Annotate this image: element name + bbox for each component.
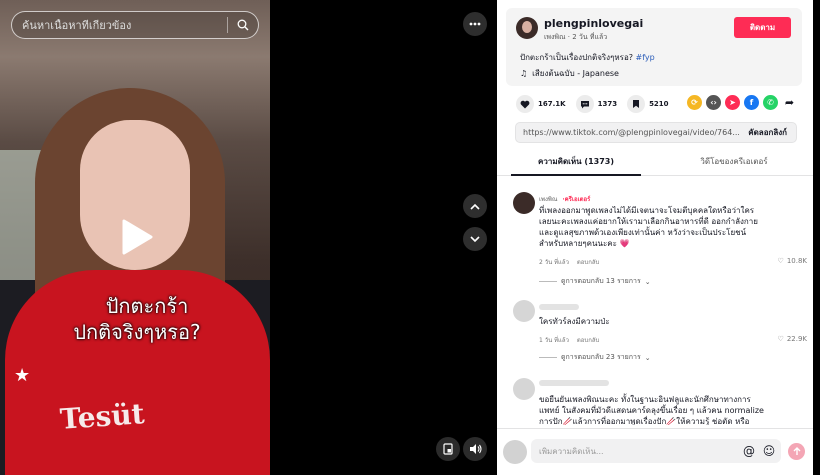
embed-icon[interactable]: ‹› xyxy=(706,95,721,110)
chevron-up-icon xyxy=(470,203,480,210)
play-icon[interactable] xyxy=(120,218,154,260)
chevron-down-icon: ⌄ xyxy=(644,353,651,362)
save-action[interactable]: 5210 xyxy=(627,95,669,113)
creator-badge: ·ครีเอเตอร์ xyxy=(562,196,591,203)
comment-like-count: 10.8K xyxy=(786,257,807,265)
replies-dash xyxy=(539,357,557,358)
comment-avatar[interactable] xyxy=(513,300,535,322)
comment-author-name: เพงพิณ xyxy=(539,196,558,203)
comment-author-blurred xyxy=(539,380,609,386)
send-icon[interactable]: ➤ xyxy=(725,95,740,110)
author-card: plengpinlovegai เพงพิณ · 2 วัน ที่แล้ว ต… xyxy=(506,8,802,86)
comment-input[interactable] xyxy=(531,446,741,456)
details-panel: plengpinlovegai เพงพิณ · 2 วัน ที่แล้ว ต… xyxy=(497,0,813,475)
view-replies-label: ดูการตอบกลับ 23 รายการ xyxy=(561,353,641,361)
comment-bubble-icon[interactable] xyxy=(575,95,594,113)
send-comment-button[interactable] xyxy=(788,443,805,460)
volume-icon xyxy=(469,444,482,454)
repost-icon[interactable]: ⟳ xyxy=(687,95,702,110)
action-bar: 167.1K 1373 5210 xyxy=(516,95,679,113)
user-avatar xyxy=(503,440,527,464)
video-caption-line-2: ปกติจริงๆหรอ? xyxy=(73,320,201,344)
chevron-down-icon xyxy=(470,235,480,242)
tiktok-video-page: ★ Tesüt ปักตะกร้า ปกติจริงๆหรอ? p xyxy=(0,0,820,475)
facebook-icon[interactable]: f xyxy=(744,95,759,110)
video-search-bar xyxy=(11,11,259,39)
copy-link-button[interactable]: คัดลอกลิงก์ xyxy=(739,126,796,139)
emoji-icon[interactable]: ☺ xyxy=(761,443,777,459)
next-video-button[interactable] xyxy=(463,227,487,251)
comment-avatar[interactable] xyxy=(513,378,535,400)
video-player[interactable]: ★ Tesüt ปักตะกร้า ปกติจริงๆหรอ? xyxy=(0,0,270,475)
video-link-box: https://www.tiktok.com/@plengpinlovegai/… xyxy=(515,122,797,143)
music-note-icon: ♫ xyxy=(520,69,528,78)
view-replies-label: ดูการตอบกลับ 13 รายการ xyxy=(561,277,641,285)
comment-meta: 2 วัน ที่แล้ว ตอบกลับ xyxy=(539,257,599,267)
panel-tabs: ความคิดเห็น (1373) วิดีโอของครีเอเตอร์ xyxy=(497,148,813,176)
author-subline: เพงพิณ · 2 วัน ที่แล้ว xyxy=(544,32,607,43)
heart-outline-icon: ♡ xyxy=(777,257,784,265)
like-count: 167.1K xyxy=(538,100,566,108)
search-icon[interactable] xyxy=(228,11,258,39)
comment-author[interactable]: เพงพิณ ·ครีเอเตอร์ xyxy=(539,194,590,204)
music-info[interactable]: ♫ เสียงต้นฉบับ - Japanese xyxy=(520,67,619,80)
creator-badge-label: ครีเอเตอร์ xyxy=(564,196,591,203)
post-time: 2 วัน ที่แล้ว xyxy=(572,33,608,41)
mention-icon[interactable]: @ xyxy=(741,443,757,459)
heart-icon[interactable] xyxy=(516,95,534,113)
comment-avatar[interactable] xyxy=(513,192,535,214)
volume-button[interactable] xyxy=(463,437,487,461)
tab-comments[interactable]: ความคิดเห็น (1373) xyxy=(497,148,655,176)
heart-outline-icon: ♡ xyxy=(777,335,784,343)
comment-author-blurred xyxy=(539,304,579,310)
music-title: เสียงต้นฉบับ - Japanese xyxy=(532,69,619,78)
shirt-star: ★ xyxy=(14,365,31,386)
video-link-text[interactable]: https://www.tiktok.com/@plengpinlovegai/… xyxy=(516,128,739,137)
author-username[interactable]: plengpinlovegai xyxy=(544,17,643,30)
comment-action[interactable]: 1373 xyxy=(575,95,618,113)
more-options-button[interactable] xyxy=(463,12,487,36)
comment-count: 1373 xyxy=(597,100,618,108)
comment-list: เพงพิณ ·ครีเอเตอร์ ที่เพลงออกมาพูดเพลงไม… xyxy=(497,180,813,425)
comment-meta: 1 วัน ที่แล้ว ตอบกลับ xyxy=(539,335,599,345)
reply-button[interactable]: ตอบกลับ xyxy=(577,337,599,344)
follow-button[interactable]: ติดตาม xyxy=(734,17,791,38)
comment-time: 2 วัน ที่แล้ว xyxy=(539,259,569,266)
previous-video-button[interactable] xyxy=(463,194,487,218)
comment-input-wrap: @ ☺ xyxy=(531,439,781,463)
chevron-down-icon: ⌄ xyxy=(644,277,651,286)
picture-in-picture-icon xyxy=(443,443,453,455)
post-description: ปักตะกร้าเป็นเรื่องปกติจริงๆหรอ? #fyp xyxy=(520,51,655,64)
arrow-up-icon xyxy=(793,447,800,455)
description-text: ปักตะกร้าเป็นเรื่องปกติจริงๆหรอ? xyxy=(520,53,633,62)
comment-like[interactable]: ♡ 22.9K xyxy=(778,335,807,343)
like-action[interactable]: 167.1K xyxy=(516,95,566,113)
comment-text: ใครทัวร์ลงมีความป่ะ xyxy=(539,317,610,326)
search-input[interactable] xyxy=(12,18,227,32)
share-icons: ⟳ ‹› ➤ f ✆ ➦ xyxy=(687,95,797,110)
comment-like-count: 22.9K xyxy=(786,335,807,343)
view-replies-button[interactable]: ดูการตอบกลับ 23 รายการ ⌄ xyxy=(539,352,651,363)
save-count: 5210 xyxy=(649,100,669,108)
comment-composer: @ ☺ xyxy=(497,428,813,475)
hashtag-link[interactable]: #fyp xyxy=(636,53,655,62)
author-display-name: เพงพิณ xyxy=(544,33,566,41)
tab-creator-videos[interactable]: วิดีโอของครีเอเตอร์ xyxy=(655,148,813,175)
comment-text: ที่เพลงออกมาพูดเพลงไม่ได้มีเจตนาจะโจมตีบ… xyxy=(539,206,758,248)
comment-time: 1 วัน ที่แล้ว xyxy=(539,337,569,344)
shirt-text: Tesüt xyxy=(58,397,146,436)
bookmark-icon[interactable] xyxy=(627,95,646,113)
more-dots-icon xyxy=(469,22,481,26)
comment-like[interactable]: ♡ 10.8K xyxy=(778,257,807,265)
replies-dash xyxy=(539,281,557,282)
author-avatar[interactable] xyxy=(516,17,538,39)
comment-text: ขอยืนยันเพลงพิณนะคะ ทั้งในฐานะอินฟลูและน… xyxy=(539,395,764,425)
whatsapp-icon[interactable]: ✆ xyxy=(763,95,778,110)
view-replies-button[interactable]: ดูการตอบกลับ 13 รายการ ⌄ xyxy=(539,276,651,287)
reply-button[interactable]: ตอบกลับ xyxy=(577,259,599,266)
share-arrow-icon[interactable]: ➦ xyxy=(782,95,797,110)
pip-button[interactable] xyxy=(436,437,460,461)
